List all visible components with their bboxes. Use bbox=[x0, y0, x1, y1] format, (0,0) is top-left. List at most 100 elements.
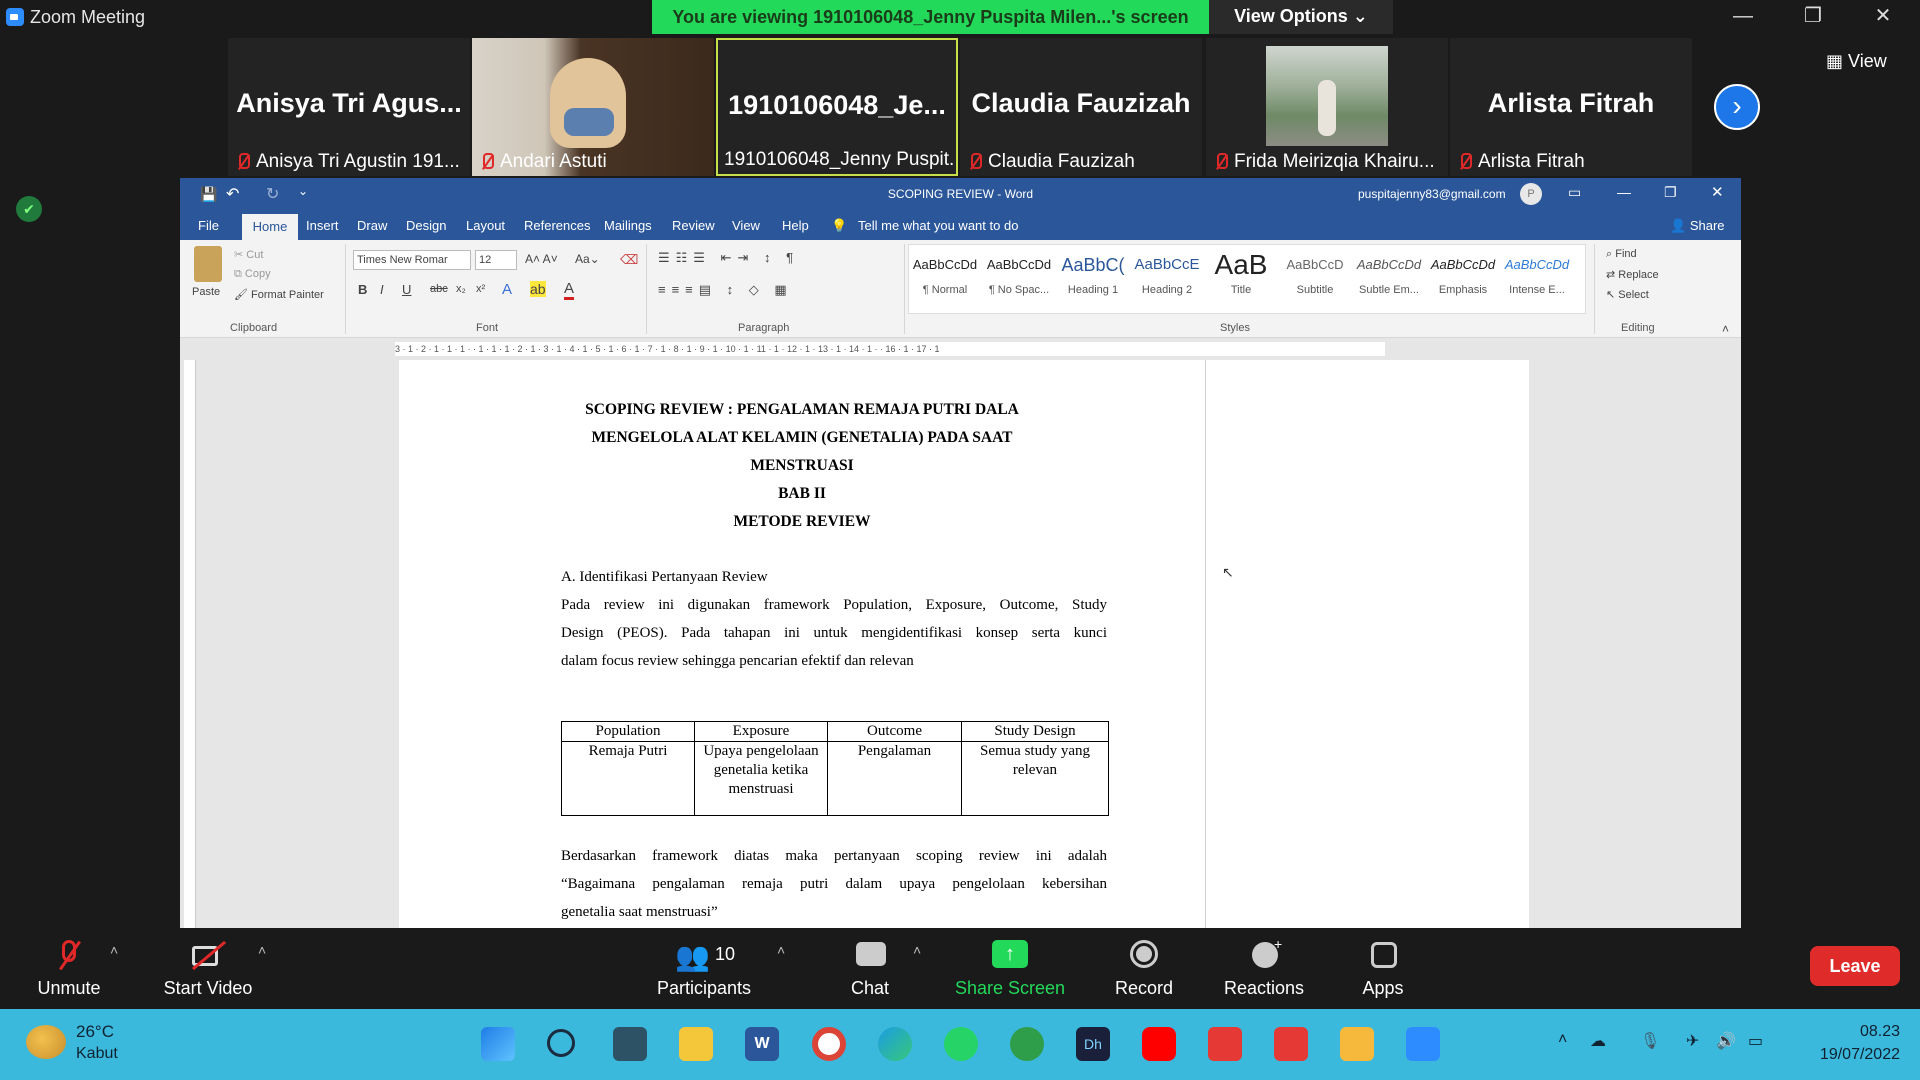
tab-home[interactable]: Home bbox=[242, 214, 298, 240]
security-shield-icon[interactable]: ✔ bbox=[16, 196, 42, 222]
text-effects-icon[interactable]: A bbox=[502, 281, 512, 298]
find-button[interactable]: ⌕ Find bbox=[1606, 248, 1637, 261]
apps-button[interactable]: Apps bbox=[1356, 938, 1410, 999]
ribbon-display-icon[interactable]: ▭ bbox=[1568, 184, 1581, 201]
battery-icon[interactable]: ▭ bbox=[1748, 1031, 1763, 1051]
app-icon[interactable] bbox=[1340, 1027, 1374, 1061]
superscript-button[interactable]: x² bbox=[476, 283, 485, 295]
record-button[interactable]: Record bbox=[1106, 938, 1182, 999]
account-email[interactable]: puspitajenny83@gmail.com bbox=[1358, 187, 1506, 201]
grow-font-icon[interactable]: A˄ A˅ bbox=[525, 252, 558, 266]
strikethrough-button[interactable]: abc bbox=[430, 283, 448, 295]
weather-temperature[interactable]: 26°C bbox=[76, 1022, 114, 1042]
clear-formatting-icon[interactable]: ⌫ bbox=[620, 252, 638, 268]
chevron-up-icon[interactable]: ˄ bbox=[1558, 1031, 1567, 1049]
next-page-icon[interactable]: › bbox=[1714, 84, 1760, 130]
chat-button[interactable]: Chat bbox=[834, 938, 906, 999]
search-icon[interactable] bbox=[547, 1029, 575, 1057]
dh-app-icon[interactable]: Dh bbox=[1076, 1027, 1110, 1061]
word-app-icon[interactable]: W bbox=[745, 1027, 779, 1061]
style-emphasis[interactable]: AaBbCcDd Emphasis bbox=[1427, 252, 1499, 312]
word-restore-button[interactable]: ❐ bbox=[1664, 184, 1677, 201]
weather-description[interactable]: Kabut bbox=[76, 1045, 118, 1063]
task-view-icon[interactable] bbox=[613, 1027, 647, 1061]
chevron-up-icon[interactable]: ˄ bbox=[110, 942, 118, 958]
vertical-ruler[interactable] bbox=[184, 360, 196, 928]
reactions-button[interactable]: + Reactions bbox=[1220, 936, 1308, 999]
start-video-button[interactable]: Start Video bbox=[156, 938, 260, 999]
volume-icon[interactable]: 🔊 bbox=[1716, 1031, 1736, 1051]
collapse-ribbon-icon[interactable]: ˄ bbox=[1722, 322, 1729, 336]
chevron-up-icon[interactable]: ˄ bbox=[258, 942, 266, 958]
share-button[interactable]: 👤 Share bbox=[1670, 218, 1725, 234]
copy-button[interactable]: ⧉ Copy bbox=[234, 268, 271, 281]
youtube-icon[interactable] bbox=[1142, 1027, 1176, 1061]
list-buttons-icon[interactable]: ☰☷☰ ⇤⇥ ↕ ¶ bbox=[658, 250, 799, 266]
edge-icon[interactable] bbox=[878, 1027, 912, 1061]
video-player-icon[interactable] bbox=[1208, 1027, 1242, 1061]
change-case-icon[interactable]: Aa⌄ bbox=[575, 252, 600, 266]
participant-thumbnail-active[interactable]: 1910106048_Je... 1910106048_Jenny Puspit… bbox=[716, 38, 958, 176]
select-button[interactable]: ↖ Select bbox=[1606, 288, 1649, 301]
share-screen-button[interactable]: ↑ Share Screen bbox=[952, 938, 1068, 999]
view-button[interactable]: ▦ View bbox=[1826, 46, 1912, 76]
format-painter-button[interactable]: 🖌 Format Painter bbox=[234, 288, 324, 301]
cut-button[interactable]: ✂ Cut bbox=[234, 248, 263, 261]
participant-thumbnail[interactable]: Anisya Tri Agus... Anisya Tri Agustin 19… bbox=[228, 38, 470, 176]
chrome-icon[interactable] bbox=[812, 1027, 846, 1061]
tab-help[interactable]: Help bbox=[782, 218, 809, 233]
font-color-icon[interactable]: A bbox=[564, 280, 575, 300]
subscript-button[interactable]: x₂ bbox=[456, 283, 466, 295]
alignment-buttons-icon[interactable]: ≡≡≡▤ ↕ ◇ ▦ bbox=[658, 282, 793, 298]
close-button[interactable]: ✕ bbox=[1848, 0, 1918, 34]
file-explorer-icon[interactable] bbox=[679, 1027, 713, 1061]
underline-button[interactable]: U bbox=[402, 282, 411, 297]
tab-mailings[interactable]: Mailings bbox=[604, 218, 652, 233]
tab-references[interactable]: References bbox=[524, 218, 590, 233]
participant-thumbnail[interactable]: Frida Meirizqia Khairu... bbox=[1206, 38, 1448, 176]
highlight-icon[interactable]: ab bbox=[530, 281, 546, 297]
participant-thumbnail[interactable]: Claudia Fauzizah Claudia Fauzizah bbox=[960, 38, 1202, 176]
clock-date[interactable]: 19/07/2022 bbox=[1790, 1046, 1900, 1064]
tab-view[interactable]: View bbox=[732, 218, 760, 233]
italic-button[interactable]: I bbox=[380, 282, 384, 297]
tab-design[interactable]: Design bbox=[406, 218, 446, 233]
style-normal[interactable]: AaBbCcDd ¶ Normal bbox=[909, 252, 981, 312]
word-close-button[interactable]: ✕ bbox=[1711, 183, 1724, 201]
leave-button[interactable]: Leave bbox=[1810, 946, 1900, 986]
participant-thumbnail[interactable]: Arlista Fitrah Arlista Fitrah bbox=[1450, 38, 1692, 176]
chevron-up-icon[interactable]: ˄ bbox=[913, 942, 921, 958]
word-minimize-button[interactable]: — bbox=[1617, 184, 1631, 200]
style-subtle-emphasis[interactable]: AaBbCcDd Subtle Em... bbox=[1353, 252, 1425, 312]
app-icon[interactable] bbox=[1010, 1027, 1044, 1061]
style-heading-1[interactable]: AaBbC(Heading 1 bbox=[1057, 252, 1129, 312]
tab-draw[interactable]: Draw bbox=[357, 218, 387, 233]
account-avatar[interactable]: P bbox=[1520, 183, 1542, 205]
tab-file[interactable]: File bbox=[198, 218, 219, 233]
airplane-mode-icon[interactable]: ✈ bbox=[1686, 1031, 1699, 1051]
chevron-up-icon[interactable]: ˄ bbox=[777, 942, 785, 958]
paste-button[interactable]: Paste bbox=[192, 286, 220, 298]
style-no-spacing[interactable]: AaBbCcDd ¶ No Spac... bbox=[983, 252, 1055, 312]
participants-button[interactable]: 👥 10 Participants bbox=[654, 938, 754, 999]
tab-layout[interactable]: Layout bbox=[466, 218, 505, 233]
tab-review[interactable]: Review bbox=[672, 218, 715, 233]
tab-insert[interactable]: Insert bbox=[306, 218, 339, 233]
view-options-button[interactable]: View Options ⌄ bbox=[1209, 0, 1393, 34]
clock-time[interactable]: 08.23 bbox=[1810, 1023, 1900, 1041]
unmute-button[interactable]: Unmute bbox=[28, 938, 110, 999]
style-intense-emphasis[interactable]: AaBbCcDd Intense E... bbox=[1501, 252, 1573, 312]
weather-icon[interactable] bbox=[26, 1025, 66, 1059]
minimize-button[interactable]: — bbox=[1708, 0, 1778, 34]
replace-button[interactable]: ⇄ Replace bbox=[1606, 268, 1659, 281]
zoom-taskbar-icon[interactable] bbox=[1406, 1027, 1440, 1061]
restore-button[interactable]: ❐ bbox=[1778, 0, 1848, 34]
horizontal-ruler[interactable]: 3 · 1 · 2 · 1 · 1 · 1 · · 1 · 1 · 1 · 2 … bbox=[395, 342, 1385, 356]
bold-button[interactable]: B bbox=[358, 282, 367, 297]
font-size-select[interactable]: 12 bbox=[475, 250, 517, 270]
video-player-icon[interactable] bbox=[1274, 1027, 1308, 1061]
onedrive-icon[interactable]: ☁ bbox=[1590, 1031, 1606, 1051]
paste-icon[interactable] bbox=[194, 246, 222, 282]
windows-start-icon[interactable] bbox=[481, 1027, 515, 1061]
style-title[interactable]: AaB Title bbox=[1205, 252, 1277, 312]
